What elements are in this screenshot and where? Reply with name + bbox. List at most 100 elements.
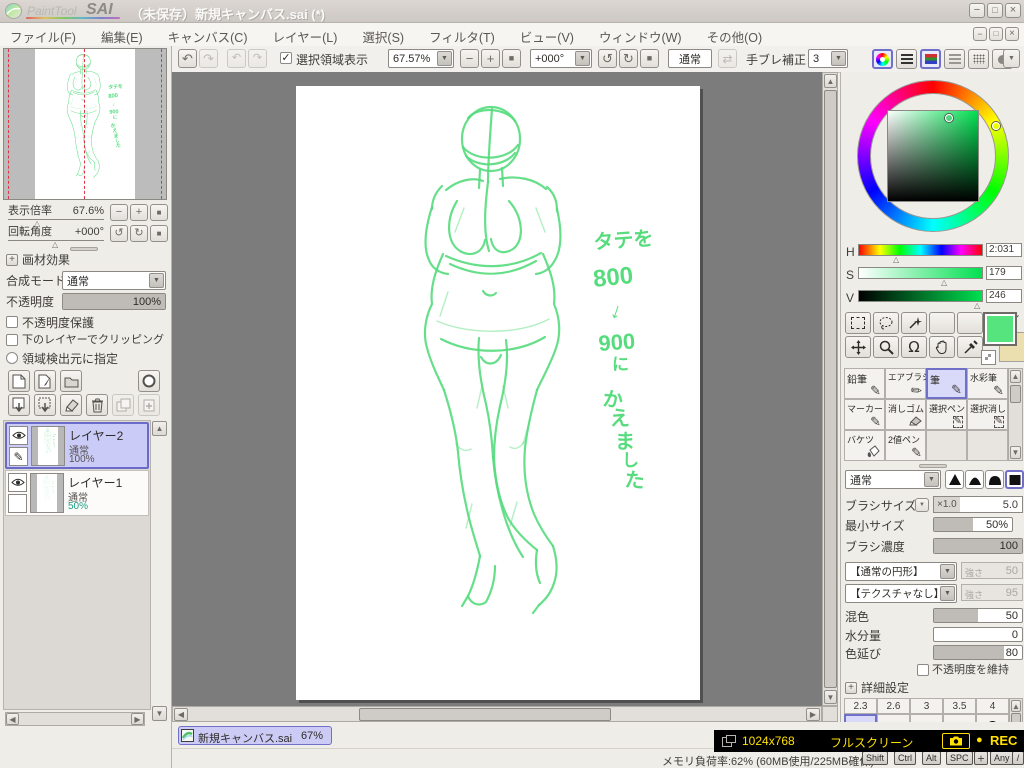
panel-swatches-button[interactable] bbox=[968, 49, 989, 69]
panel-color-wheel-button[interactable] bbox=[872, 49, 893, 69]
protect-opacity-checkbox[interactable] bbox=[6, 316, 18, 328]
canvas-drawing[interactable] bbox=[296, 86, 700, 700]
rec-label[interactable]: REC bbox=[990, 733, 1017, 748]
brush-edge-soft-button[interactable] bbox=[965, 470, 984, 489]
h-value-box[interactable]: 2:031 bbox=[986, 243, 1022, 257]
dropdown-icon[interactable]: ▼ bbox=[437, 51, 452, 66]
canvas-area[interactable] bbox=[172, 72, 822, 706]
rotate-ccw-button[interactable]: ↺ bbox=[598, 49, 617, 68]
toolbar-overflow-button[interactable]: ▼ bbox=[1003, 49, 1020, 68]
panel-bars-button[interactable] bbox=[896, 49, 917, 69]
tool-slot-empty-1[interactable] bbox=[929, 312, 955, 334]
dropdown-icon[interactable]: ▼ bbox=[924, 472, 939, 487]
navigator[interactable] bbox=[3, 48, 167, 200]
nav-angle-slider-marker[interactable]: △ bbox=[52, 241, 58, 249]
s-slider[interactable] bbox=[858, 267, 983, 279]
v-slider[interactable] bbox=[858, 290, 983, 302]
doc-close-button[interactable]: × bbox=[1005, 27, 1019, 41]
tool-marker[interactable]: マーカー ✎ bbox=[844, 399, 885, 430]
undo-button[interactable]: ↶ bbox=[178, 49, 197, 68]
hue-marker[interactable] bbox=[992, 122, 1000, 130]
s-value-box[interactable]: 179 bbox=[986, 266, 1022, 280]
canvas-vscrollbar[interactable]: ▲ ▼ bbox=[822, 72, 838, 706]
scroll-left-button[interactable]: ◀ bbox=[174, 708, 188, 721]
nav-rotate-ccw-button[interactable]: ↺ bbox=[110, 225, 128, 242]
layer-mask-button[interactable] bbox=[138, 370, 160, 392]
menu-view[interactable]: ビュー(V) bbox=[520, 27, 574, 46]
clear-layer-button[interactable] bbox=[60, 394, 82, 416]
menu-file[interactable]: ファイル(F) bbox=[10, 27, 76, 46]
tool-bucket[interactable]: バケツ bbox=[844, 430, 885, 461]
v-value-box[interactable]: 246 bbox=[986, 289, 1022, 303]
nav-zoom-out-button[interactable]: − bbox=[110, 204, 128, 221]
selection-source-radio[interactable] bbox=[6, 352, 18, 364]
layer-thumbnail[interactable] bbox=[30, 473, 64, 513]
tool-watercolor[interactable]: 水彩筆 ✎ bbox=[967, 368, 1008, 399]
v-slider-marker[interactable]: △ bbox=[974, 302, 980, 310]
nav-rotate-reset-button[interactable]: ■ bbox=[150, 225, 168, 242]
material-effects-expand-button[interactable]: + bbox=[6, 254, 18, 266]
flip-button[interactable]: ⇄ bbox=[718, 49, 737, 68]
angle-combo[interactable]: +000° ▼ bbox=[530, 49, 592, 68]
menu-canvas[interactable]: キャンバス(C) bbox=[168, 27, 248, 46]
screenshot-button[interactable] bbox=[942, 733, 970, 749]
brush-size-unit-button[interactable]: ▼ bbox=[915, 498, 929, 512]
window-mode-icon[interactable] bbox=[722, 735, 736, 747]
new-linework-layer-button[interactable] bbox=[34, 370, 56, 392]
tool-eraser[interactable]: 消しゴム bbox=[885, 399, 926, 430]
scroll-down-button[interactable]: ▼ bbox=[824, 690, 837, 704]
preset-header-0[interactable]: 2.3 bbox=[844, 698, 877, 714]
nav-zoom-reset-button[interactable]: ■ bbox=[150, 204, 168, 221]
redo-button[interactable]: ↷ bbox=[199, 49, 218, 68]
brush-mode-combo[interactable]: 通常 ▼ bbox=[845, 470, 941, 489]
tool-brush[interactable]: 筆 ✎ bbox=[926, 368, 967, 399]
brush-size-box[interactable]: ×1.0 5.0 bbox=[933, 496, 1023, 513]
paste-layer-button[interactable] bbox=[138, 394, 160, 416]
menu-filter[interactable]: フィルタ(T) bbox=[429, 27, 495, 46]
tool-grid-scrollbar[interactable]: ▲ ▼ bbox=[1008, 368, 1023, 461]
brush-edge-square-button[interactable] bbox=[1005, 470, 1024, 489]
layer-list-hscrollbar[interactable]: ◀ ▶ bbox=[5, 712, 145, 726]
window-maximize-button[interactable]: □ bbox=[987, 3, 1003, 18]
h-slider[interactable] bbox=[858, 244, 983, 256]
stabilizer-combo[interactable]: 3 ▼ bbox=[808, 49, 848, 68]
menu-select[interactable]: 選択(S) bbox=[362, 27, 404, 46]
mix-slider[interactable]: 50 bbox=[933, 608, 1023, 623]
hand-tool[interactable] bbox=[929, 336, 955, 358]
scroll-right-button[interactable]: ▶ bbox=[806, 708, 820, 721]
dropdown-icon[interactable]: ▼ bbox=[940, 564, 955, 579]
density-slider[interactable]: 100 bbox=[933, 538, 1023, 554]
transfer-down-button[interactable] bbox=[8, 394, 30, 416]
deselect-button[interactable]: ↶ bbox=[227, 49, 246, 68]
layer-paint-indicator[interactable]: ✎ bbox=[9, 447, 28, 466]
brush-edge-hard-button[interactable] bbox=[945, 470, 964, 489]
window-minimize-button[interactable]: − bbox=[969, 3, 985, 18]
lasso-tool[interactable] bbox=[873, 312, 899, 334]
layer-blend-combo[interactable]: 通常 ▼ bbox=[62, 271, 166, 290]
layer-visibility-toggle[interactable] bbox=[8, 473, 27, 492]
zoom-reset-button[interactable]: ■ bbox=[502, 49, 521, 68]
layer-paint-indicator[interactable] bbox=[8, 494, 27, 513]
layer-list-scroll-up[interactable]: ▲ bbox=[152, 421, 167, 436]
panel-sliders-button[interactable] bbox=[944, 49, 965, 69]
preset-header-4[interactable]: 4 bbox=[976, 698, 1009, 714]
clipping-checkbox[interactable] bbox=[6, 334, 18, 346]
tool-pencil[interactable]: 鉛筆 ✎ bbox=[844, 368, 885, 399]
new-layer-button[interactable] bbox=[8, 370, 30, 392]
magic-wand-tool[interactable] bbox=[901, 312, 927, 334]
rotate-cw-button[interactable]: ↻ bbox=[619, 49, 638, 68]
new-folder-button[interactable] bbox=[60, 370, 82, 392]
reselect-button[interactable]: ↷ bbox=[248, 49, 267, 68]
zoom-combo[interactable]: 67.57% ▼ bbox=[388, 49, 454, 68]
layer-row-1[interactable]: レイヤー1 通常 50% bbox=[5, 470, 149, 516]
scroll-up-button[interactable]: ▲ bbox=[824, 74, 837, 88]
texture-strength-box[interactable]: 強さ 95 bbox=[961, 584, 1023, 601]
delete-layer-button[interactable] bbox=[86, 394, 108, 416]
tool-selection-eraser[interactable]: 選択消し ✎ bbox=[967, 399, 1008, 430]
scroll-left-button[interactable]: ◀ bbox=[6, 713, 19, 725]
sv-square[interactable] bbox=[887, 110, 979, 202]
layer-opacity-slider[interactable]: 100% bbox=[62, 293, 166, 310]
scroll-up-button[interactable]: ▲ bbox=[1011, 700, 1021, 712]
hscroll-thumb[interactable] bbox=[359, 708, 611, 721]
keep-opacity-checkbox[interactable] bbox=[917, 664, 929, 676]
